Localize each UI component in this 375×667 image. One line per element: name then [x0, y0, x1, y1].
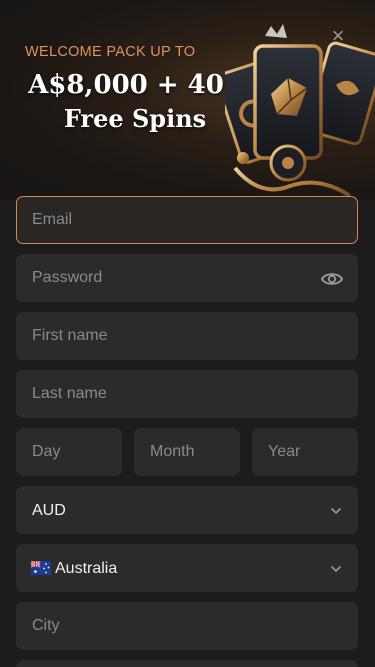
- first-name-field[interactable]: [16, 312, 358, 360]
- day-field[interactable]: [16, 428, 122, 476]
- cards-illustration: [225, 24, 375, 198]
- first-name-input[interactable]: [17, 313, 357, 359]
- email-field[interactable]: [16, 196, 358, 244]
- eye-icon[interactable]: [321, 269, 343, 289]
- promo-banner: WELCOME PACK UP TO A$8,000 + 400 Free Sp…: [0, 0, 375, 200]
- country-value: Australia: [55, 560, 118, 577]
- year-field[interactable]: [252, 428, 358, 476]
- currency-select[interactable]: AUD: [16, 486, 358, 534]
- chevron-down-icon: [331, 566, 341, 573]
- australia-flag-icon: [31, 561, 51, 575]
- chevron-down-icon: [331, 508, 341, 515]
- currency-value: AUD: [32, 502, 66, 519]
- month-field[interactable]: [134, 428, 240, 476]
- email-input[interactable]: [17, 197, 357, 243]
- city-input[interactable]: [17, 603, 357, 649]
- promo-subtitle: WELCOME PACK UP TO: [25, 44, 196, 60]
- close-button[interactable]: ×: [328, 23, 348, 48]
- last-name-input[interactable]: [17, 371, 357, 417]
- year-input[interactable]: [253, 429, 357, 475]
- close-icon: ×: [331, 23, 345, 48]
- next-field-partial[interactable]: [16, 660, 358, 667]
- last-name-field[interactable]: [16, 370, 358, 418]
- password-field[interactable]: [16, 254, 358, 302]
- city-field[interactable]: [16, 602, 358, 650]
- password-input[interactable]: [17, 255, 357, 301]
- country-select[interactable]: Australia: [16, 544, 358, 592]
- month-input[interactable]: [135, 429, 239, 475]
- day-input[interactable]: [17, 429, 121, 475]
